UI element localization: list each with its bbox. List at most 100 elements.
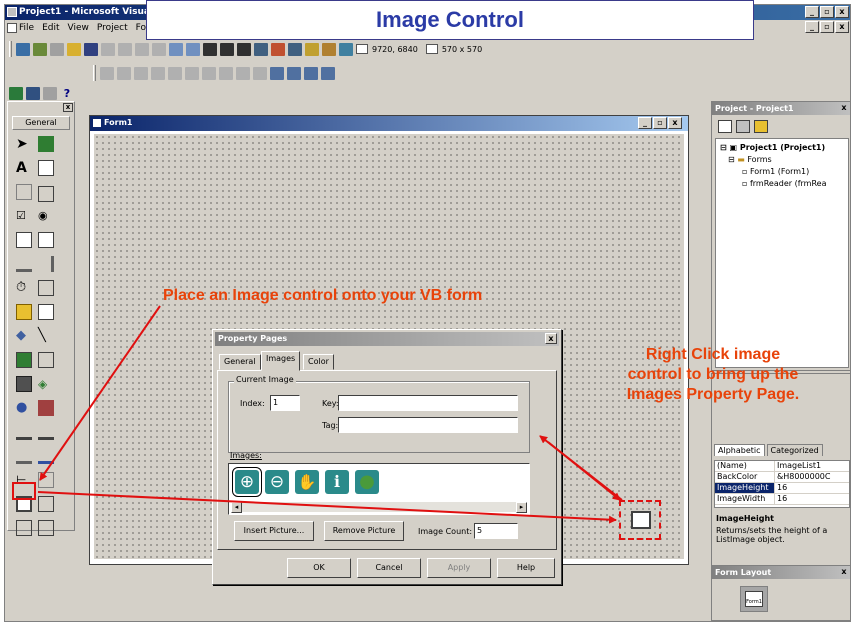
- ok-button[interactable]: OK: [287, 558, 351, 578]
- ccl-tool-icon[interactable]: ◈: [38, 376, 54, 392]
- tree-item-frmreader[interactable]: ▫ frmReader (frmRea: [742, 179, 826, 188]
- scroll-right-icon[interactable]: ▸: [516, 502, 527, 513]
- shape-tool-icon[interactable]: ◆: [16, 328, 32, 344]
- align-icon[interactable]: [134, 66, 148, 80]
- images-list[interactable]: ⊕ ⊖ ✋ ℹ ● ◂ ▸: [228, 463, 530, 515]
- project-explorer-icon[interactable]: [254, 42, 268, 56]
- cut-icon[interactable]: [101, 42, 115, 56]
- hand-icon[interactable]: ✋: [295, 470, 319, 494]
- cancel-button[interactable]: Cancel: [357, 558, 421, 578]
- help-button[interactable]: Help: [497, 558, 555, 578]
- center-icon[interactable]: [151, 66, 165, 80]
- textbox-tool-icon[interactable]: [38, 160, 54, 176]
- form-maximize-button[interactable]: ▫: [653, 117, 667, 129]
- images-hscrollbar[interactable]: ◂ ▸: [231, 501, 527, 513]
- zoom-out-icon[interactable]: ⊖: [265, 470, 289, 494]
- scroll-left-icon[interactable]: ◂: [231, 502, 242, 513]
- run-icon[interactable]: [203, 42, 217, 56]
- dialog-close-icon[interactable]: x: [545, 333, 557, 344]
- slider-tool-icon[interactable]: [16, 424, 32, 440]
- bring-to-front-icon[interactable]: [100, 66, 114, 80]
- property-row[interactable]: (Name) ImageList1: [715, 461, 849, 472]
- form-layout-mini-form[interactable]: Form1: [745, 591, 763, 607]
- tree-item-form1[interactable]: ▫ Form1 (Form1): [742, 167, 809, 176]
- mdi-close-button[interactable]: x: [835, 21, 849, 33]
- dialog-tab-general[interactable]: General: [219, 354, 261, 370]
- zoom-in-icon[interactable]: ⊕: [232, 467, 262, 497]
- timer-tool-icon[interactable]: ⏱: [16, 280, 32, 296]
- mdi-maximize-button[interactable]: ▫: [820, 21, 834, 33]
- statusbar-tool-icon[interactable]: [16, 448, 32, 464]
- menu-editor-icon[interactable]: [50, 42, 64, 56]
- save-icon[interactable]: [84, 42, 98, 56]
- undo-icon[interactable]: [169, 42, 183, 56]
- indent-icon[interactable]: [236, 66, 250, 80]
- property-row-selected[interactable]: ImageHeight 16: [715, 483, 849, 494]
- toggle-bookmark-icon[interactable]: [304, 66, 318, 80]
- image-control-on-form[interactable]: [619, 500, 661, 540]
- info-icon[interactable]: ℹ: [325, 470, 349, 494]
- frame-tool-icon[interactable]: [16, 184, 32, 200]
- copy-icon[interactable]: [118, 42, 132, 56]
- add-form-icon[interactable]: [33, 42, 47, 56]
- comment-block-icon[interactable]: [270, 66, 284, 80]
- ole-tool-icon[interactable]: [16, 376, 32, 392]
- make-same-size-icon[interactable]: [168, 66, 182, 80]
- open-icon[interactable]: [67, 42, 81, 56]
- send-to-back-icon[interactable]: [117, 66, 131, 80]
- help-icon[interactable]: ?: [60, 87, 74, 100]
- view-code-icon[interactable]: [718, 120, 732, 133]
- outdent-icon[interactable]: [253, 66, 267, 80]
- form-layout-icon[interactable]: [288, 42, 302, 56]
- vscrollbar-tool-icon[interactable]: [38, 256, 54, 272]
- tag-field[interactable]: [338, 417, 518, 433]
- property-row[interactable]: BackColor &H8000000C: [715, 472, 849, 483]
- minimize-button[interactable]: _: [805, 6, 819, 18]
- toolbox-close-icon[interactable]: x: [63, 103, 73, 112]
- form-layout-close-icon[interactable]: x: [839, 567, 849, 577]
- clear-bookmarks-icon[interactable]: [321, 66, 335, 80]
- toolbox-icon[interactable]: [322, 42, 336, 56]
- menu-edit[interactable]: Edit: [38, 23, 63, 33]
- lock-controls-icon[interactable]: [219, 66, 233, 80]
- ungroup-icon[interactable]: [202, 66, 216, 80]
- dialog-tab-color[interactable]: Color: [303, 354, 334, 370]
- label-tool-icon[interactable]: A: [16, 160, 32, 176]
- dialog-tab-images[interactable]: Images: [261, 351, 301, 371]
- menu-file[interactable]: File: [5, 23, 38, 33]
- maximize-button[interactable]: ▫: [820, 6, 834, 18]
- project-panel-close-icon[interactable]: x: [839, 103, 849, 113]
- pointer-help-icon[interactable]: [43, 86, 57, 100]
- index-field[interactable]: 1: [270, 395, 300, 411]
- key-field[interactable]: [338, 395, 518, 411]
- grid-icon[interactable]: [9, 86, 23, 100]
- globe-icon[interactable]: ●: [355, 470, 379, 494]
- hscrollbar-tool-icon[interactable]: [16, 256, 32, 272]
- image-tool-icon[interactable]: [16, 352, 32, 368]
- properties-window-icon[interactable]: [271, 42, 285, 56]
- find-icon[interactable]: [152, 42, 166, 56]
- object-browser-icon[interactable]: [305, 42, 319, 56]
- toggle-folders-icon[interactable]: [754, 120, 768, 133]
- remove-picture-button[interactable]: Remove Picture: [324, 521, 404, 541]
- view-object-icon[interactable]: [736, 120, 750, 133]
- tab-alphabetic[interactable]: Alphabetic: [714, 444, 765, 456]
- picturebox-tool-icon[interactable]: [38, 136, 54, 152]
- paste-icon[interactable]: [135, 42, 149, 56]
- tabstrip-tool-icon[interactable]: [38, 496, 54, 512]
- listbox-tool-icon[interactable]: [38, 232, 54, 248]
- checkbox-tool-icon[interactable]: ☑: [16, 208, 32, 224]
- progressbar-tool-icon[interactable]: [38, 424, 54, 440]
- mdi-minimize-button[interactable]: _: [805, 21, 819, 33]
- toolbar-tool-icon[interactable]: [38, 448, 54, 464]
- stop-icon[interactable]: [237, 42, 251, 56]
- hierarchy-icon[interactable]: [26, 86, 40, 100]
- form-minimize-button[interactable]: _: [638, 117, 652, 129]
- optionbutton-tool-icon[interactable]: ◉: [38, 208, 54, 224]
- form-close-button[interactable]: x: [668, 117, 682, 129]
- uncomment-block-icon[interactable]: [287, 66, 301, 80]
- tree-forms-folder[interactable]: ⊟ ▬ Forms: [728, 155, 772, 164]
- commandbutton-tool-icon[interactable]: [38, 186, 54, 202]
- chart-tool-icon[interactable]: [38, 400, 54, 416]
- grid-tool-icon[interactable]: [16, 520, 32, 536]
